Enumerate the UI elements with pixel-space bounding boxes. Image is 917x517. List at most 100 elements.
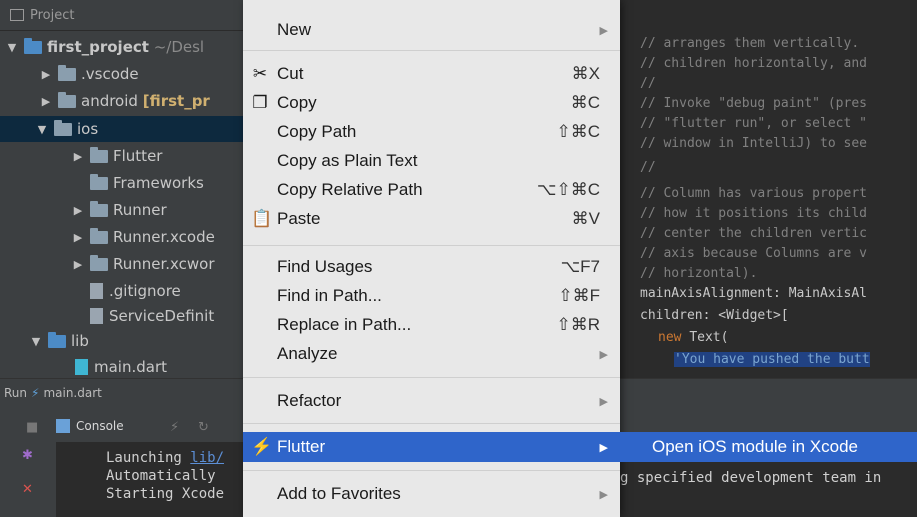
menu-item-refactor[interactable]: Refactor ▶	[243, 387, 620, 415]
tree-item-label: ServiceDefinit	[109, 307, 215, 325]
menu-item-label: Cut	[277, 64, 304, 83]
code-line: //	[640, 76, 656, 91]
tree-item-lib[interactable]: ▼ lib	[0, 328, 248, 354]
submenu-item-open-ios-module-in-xcode[interactable]: Open iOS module in Xcode	[620, 437, 858, 457]
code-line: mainAxisAlignment: MainAxisAl	[640, 286, 867, 301]
code-line: // arranges them vertically.	[640, 36, 860, 51]
menu-item-cut[interactable]: ✂ Cut ⌘X	[243, 60, 620, 88]
keyword-new: new	[658, 330, 682, 345]
file-icon	[90, 308, 103, 324]
collapsed-arrow-icon[interactable]: ▶	[72, 150, 84, 163]
expanded-arrow-icon[interactable]: ▼	[36, 123, 48, 136]
menu-item-shortcut: ⌥⇧⌘C	[536, 180, 600, 199]
code-line: // horizontal).	[640, 266, 758, 281]
menu-item-shortcut: ⌘X	[571, 64, 600, 83]
project-header[interactable]: Project	[0, 0, 248, 31]
text-constructor: Text(	[689, 330, 729, 345]
expanded-arrow-icon[interactable]: ▼	[6, 41, 18, 54]
tree-item-flutter[interactable]: ▶ Flutter	[0, 143, 248, 169]
code-line: 'You have pushed the butt	[674, 352, 870, 367]
tree-item-android[interactable]: ▶ android [first_pr	[0, 88, 248, 114]
folder-icon	[90, 227, 108, 244]
folder-icon	[24, 37, 42, 54]
menu-item-label: Copy Path	[277, 122, 357, 141]
expanded-arrow-icon[interactable]: ▼	[30, 335, 42, 348]
tree-item-runner[interactable]: ▶ Runner	[0, 197, 248, 223]
tree-item-runner-xcodeproj[interactable]: ▶ Runner.xcode	[0, 224, 248, 250]
copy-icon: ❐	[252, 93, 268, 112]
code-line: // center the children vertic	[640, 226, 867, 241]
menu-item-label: Find Usages	[277, 257, 373, 276]
menu-item-copy-plain-text[interactable]: Copy as Plain Text	[243, 147, 620, 175]
menu-item-add-to-favorites[interactable]: Add to Favorites ▶	[243, 480, 620, 508]
close-icon[interactable]: ✕	[22, 482, 33, 497]
tree-item-main-dart[interactable]: main.dart	[0, 354, 248, 380]
run-config-tab[interactable]: main.dart	[43, 386, 101, 400]
menu-item-copy-relative-path[interactable]: Copy Relative Path ⌥⇧⌘C	[243, 176, 620, 204]
cut-icon: ✂	[252, 64, 268, 83]
collapsed-arrow-icon[interactable]: ▶	[40, 95, 52, 108]
menu-item-label: Flutter	[277, 437, 326, 456]
submenu-arrow-icon: ▶	[599, 395, 608, 408]
folder-icon	[90, 173, 108, 190]
tree-item-label: ios	[77, 120, 99, 138]
run-label: Run	[4, 386, 28, 400]
hot-reload-icon[interactable]: ⚡	[170, 420, 179, 435]
tree-item-gitignore[interactable]: .gitignore	[0, 278, 248, 304]
menu-item-paste[interactable]: 📋 Paste ⌘V	[243, 205, 620, 233]
tree-item-label: main.dart	[94, 358, 168, 376]
project-header-label: Project	[30, 7, 75, 23]
menu-item-replace-in-path[interactable]: Replace in Path... ⇧⌘R	[243, 311, 620, 339]
submenu-arrow-icon: ▶	[599, 348, 608, 361]
collapsed-arrow-icon[interactable]: ▶	[72, 258, 84, 271]
tree-item-label: lib	[71, 332, 89, 350]
collapsed-arrow-icon[interactable]: ▶	[40, 68, 52, 81]
tree-item-label: Runner.xcode	[113, 228, 215, 246]
menu-item-copy-path[interactable]: Copy Path ⇧⌘C	[243, 118, 620, 146]
pin-icon[interactable]: ✱	[22, 448, 33, 463]
tree-item-label: first_project	[47, 38, 149, 56]
menu-item-label: Analyze	[277, 344, 338, 363]
folder-icon	[48, 331, 66, 348]
folder-icon	[90, 200, 108, 217]
menu-item-analyze[interactable]: Analyze ▶	[243, 340, 620, 368]
menu-item-find-usages[interactable]: Find Usages ⌥F7	[243, 253, 620, 281]
console-link[interactable]: lib/	[190, 450, 224, 466]
code-line: // window in IntelliJ) to see	[640, 136, 867, 151]
submenu-arrow-icon: ▶	[599, 488, 608, 501]
tab-console[interactable]: Console	[56, 414, 124, 438]
tree-item-vscode[interactable]: ▶ .vscode	[0, 61, 248, 87]
menu-item-new[interactable]: New ▶	[243, 16, 620, 44]
collapsed-arrow-icon[interactable]: ▶	[72, 231, 84, 244]
tree-item-module: [first_pr	[142, 92, 210, 110]
menu-item-flutter[interactable]: ⚡ Flutter ▶	[243, 432, 620, 462]
menu-separator	[243, 423, 620, 424]
collapsed-arrow-icon[interactable]: ▶	[72, 204, 84, 217]
tree-item-servicedefinitions[interactable]: ServiceDefinit	[0, 303, 248, 329]
tree-item-label: android	[81, 92, 138, 110]
menu-separator	[243, 377, 620, 378]
tree-item-runner-xcworkspace[interactable]: ▶ Runner.xcwor	[0, 251, 248, 277]
console-gutter: ✱ ↑ ✕ ↓	[0, 442, 71, 517]
folder-icon	[90, 254, 108, 271]
menu-item-find-in-path[interactable]: Find in Path... ⇧⌘F	[243, 282, 620, 310]
code-line: // "flutter run", or select "	[640, 116, 867, 131]
restart-icon[interactable]: ↻	[198, 420, 209, 435]
tree-item-frameworks[interactable]: Frameworks	[0, 170, 248, 196]
tree-item-label: Flutter	[113, 147, 163, 165]
tree-item-first-project[interactable]: ▼ first_project ~/Desl	[0, 34, 248, 60]
dart-file-icon	[75, 359, 88, 375]
tree-item-label: Frameworks	[113, 174, 204, 192]
tree-item-ios[interactable]: ▼ ios	[0, 116, 248, 142]
menu-separator	[243, 470, 620, 471]
menu-item-copy[interactable]: ❐ Copy ⌘C	[243, 89, 620, 117]
code-line: // Invoke "debug paint" (pres	[640, 96, 867, 111]
menu-item-label: Find in Path...	[277, 286, 382, 305]
menu-item-shortcut: ⇧⌘C	[556, 122, 600, 141]
stop-icon[interactable]: ■	[26, 420, 38, 435]
code-editor[interactable]: // arranges them vertically. // children…	[620, 30, 917, 378]
flutter-icon: ⚡	[251, 437, 273, 456]
flutter-submenu: Open iOS module in Xcode	[620, 432, 917, 462]
menu-item-label: Add to Favorites	[277, 484, 401, 503]
tree-item-label: .vscode	[81, 65, 139, 83]
